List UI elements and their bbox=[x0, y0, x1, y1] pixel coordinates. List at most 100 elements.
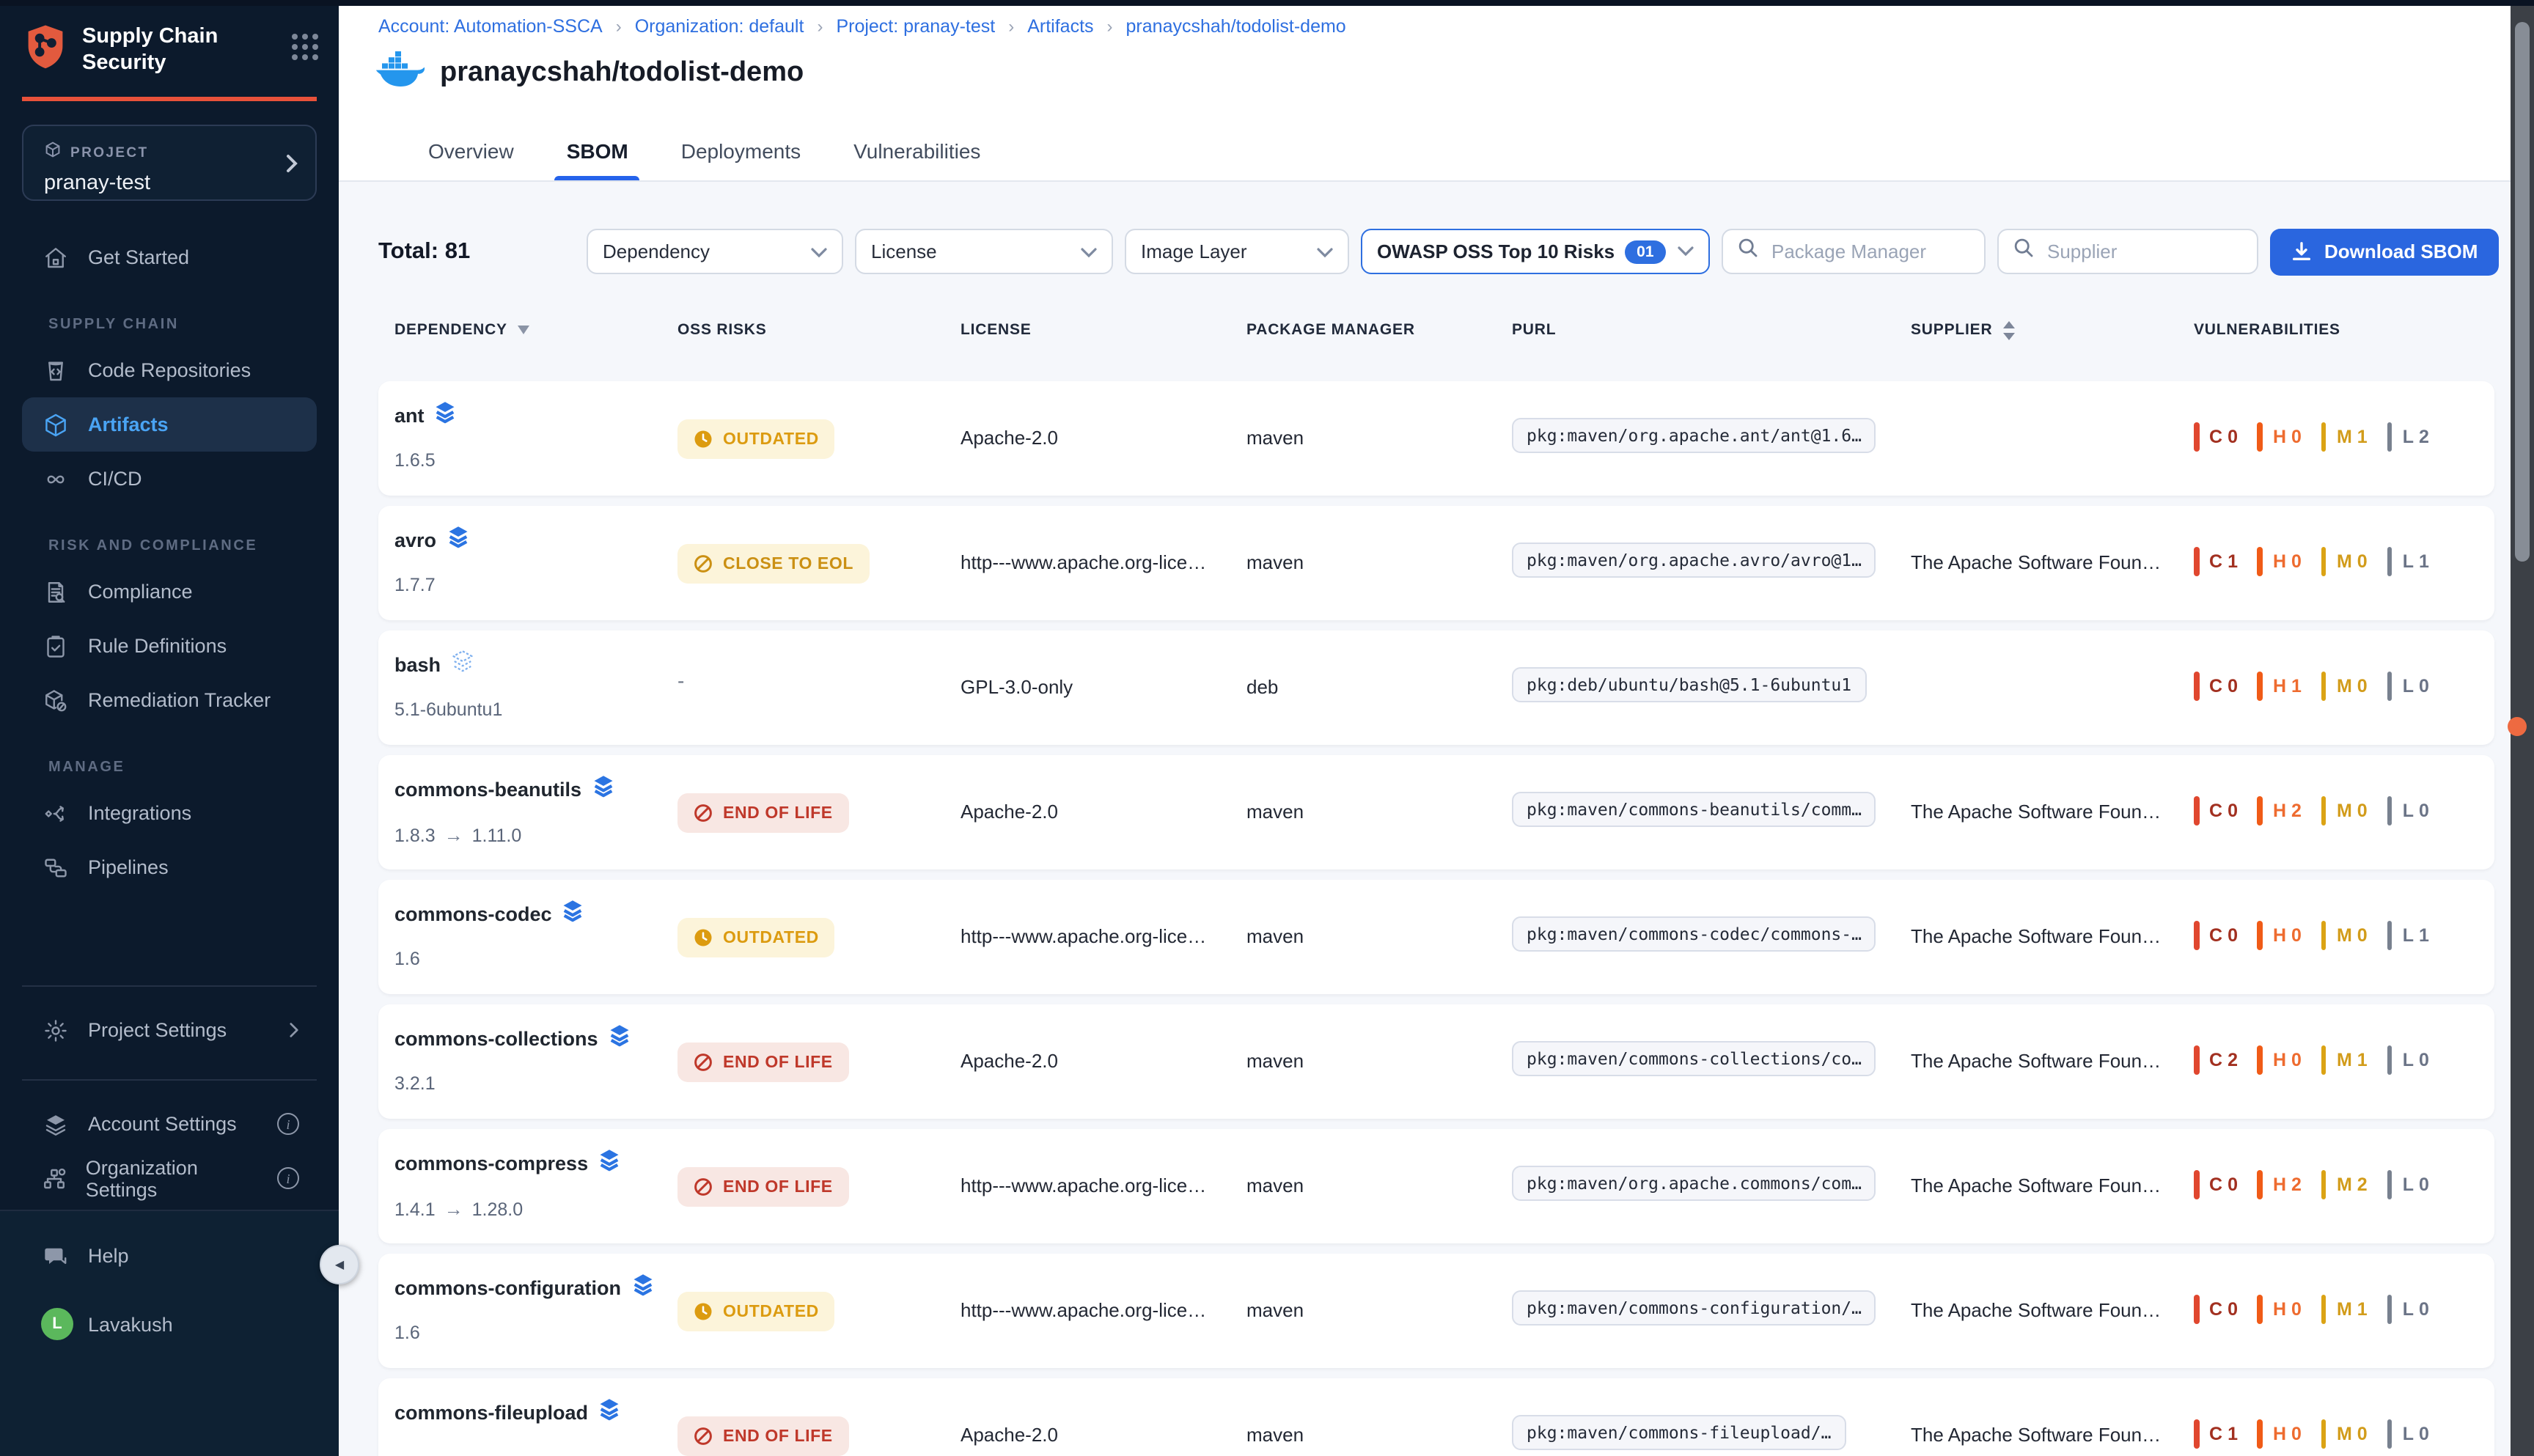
notification-dot[interactable] bbox=[2508, 717, 2527, 736]
breadcrumb-link[interactable]: Artifacts bbox=[1027, 16, 1093, 37]
breadcrumb-link[interactable]: Organization: default bbox=[635, 16, 804, 37]
column-label: PURL bbox=[1512, 321, 1556, 339]
table-row[interactable]: commons-codec 1.6 OUTDATED http---www.ap… bbox=[378, 880, 2494, 994]
severity-bar bbox=[2258, 1170, 2263, 1199]
severity-count: 0 bbox=[2291, 427, 2302, 447]
severity-h: H0 bbox=[2258, 1419, 2302, 1449]
apps-grid-icon[interactable] bbox=[293, 34, 318, 59]
table-row[interactable]: avro 1.7.7 CLOSE TO EOL http---www.apach… bbox=[378, 506, 2494, 620]
severity-letter: H bbox=[2273, 1424, 2287, 1444]
sidebar-item-label: Account Settings bbox=[88, 1113, 237, 1135]
severity-bar bbox=[2387, 1045, 2392, 1075]
sidebar-item-help[interactable]: ? Help bbox=[22, 1229, 317, 1283]
table-row[interactable]: bash 5.1-6ubuntu1 - GPL-3.0-only deb pkg… bbox=[378, 630, 2494, 745]
severity-letter: C bbox=[2209, 925, 2223, 946]
info-icon[interactable]: i bbox=[277, 1167, 299, 1189]
severity-bar bbox=[2258, 422, 2263, 452]
column-header-dependency[interactable]: DEPENDENCY bbox=[394, 321, 529, 339]
table-row[interactable]: commons-configuration 1.6 OUTDATED http-… bbox=[378, 1254, 2494, 1368]
purl-pill[interactable]: pkg:maven/org.apache.avro/avro@1… bbox=[1512, 543, 1876, 578]
sidebar-item-label: Integrations bbox=[88, 802, 191, 824]
severity-letter: L bbox=[2403, 801, 2414, 821]
severity-bar bbox=[2387, 1419, 2392, 1449]
severity-bar bbox=[2321, 1295, 2326, 1324]
sidebar-item-artifacts[interactable]: Artifacts bbox=[22, 397, 317, 452]
severity-l: L1 bbox=[2387, 921, 2430, 950]
sidebar-item-project-settings[interactable]: Project Settings bbox=[22, 1003, 317, 1057]
sidebar-item-pipelines[interactable]: Pipelines bbox=[22, 840, 317, 894]
download-sbom-button[interactable]: Download SBOM bbox=[2270, 228, 2498, 275]
license-value: http---www.apache.org-lice… bbox=[961, 551, 1206, 573]
severity-bar bbox=[2321, 1170, 2326, 1199]
severity-m: M1 bbox=[2321, 1295, 2368, 1324]
sidebar-collapse-button[interactable]: ◀ bbox=[320, 1245, 359, 1284]
severity-bar bbox=[2258, 796, 2263, 826]
sidebar-item-get-started[interactable]: Get Started bbox=[22, 230, 317, 284]
severity-l: L1 bbox=[2387, 547, 2430, 576]
severity-l: L0 bbox=[2387, 1295, 2430, 1324]
column-label: PACKAGE MANAGER bbox=[1246, 321, 1415, 339]
severity-c: C0 bbox=[2194, 1295, 2239, 1324]
purl-pill[interactable]: pkg:maven/commons-fileupload/… bbox=[1512, 1415, 1846, 1450]
sidebar-item-ci-cd[interactable]: CI/CD bbox=[22, 452, 317, 506]
table-row[interactable]: commons-beanutils 1.8.3→1.11.0 END OF LI… bbox=[378, 755, 2494, 869]
filter-dropdown-license[interactable]: License bbox=[855, 229, 1113, 274]
breadcrumb-link[interactable]: Project: pranay-test bbox=[836, 16, 995, 37]
filter-dropdown-image-layer[interactable]: Image Layer bbox=[1125, 229, 1349, 274]
chevron-down-icon bbox=[811, 247, 827, 257]
supplier-input[interactable] bbox=[2044, 239, 2242, 264]
table-row[interactable]: ant 1.6.5 OUTDATED Apache-2.0 maven pkg:… bbox=[378, 381, 2494, 496]
table-row[interactable]: commons-fileupload END OF LIFE Apache-2.… bbox=[378, 1378, 2494, 1456]
owasp-risks-filter[interactable]: OWASP OSS Top 10 Risks 01 bbox=[1361, 229, 1710, 274]
column-label: SUPPLIER bbox=[1911, 322, 1992, 339]
purl-pill[interactable]: pkg:maven/commons-collections/co… bbox=[1512, 1041, 1876, 1076]
sidebar-item-remediation-tracker[interactable]: Remediation Tracker bbox=[22, 673, 317, 727]
tab-sbom[interactable]: SBOM bbox=[559, 122, 636, 180]
severity-c: C0 bbox=[2194, 672, 2239, 701]
tab-vulnerabilities[interactable]: Vulnerabilities bbox=[846, 122, 988, 180]
package-manager-input[interactable] bbox=[1769, 239, 1969, 264]
column-header-supplier[interactable]: SUPPLIER bbox=[1911, 321, 2014, 339]
tab-deployments[interactable]: Deployments bbox=[674, 122, 808, 180]
sidebar-item-integrations[interactable]: Integrations bbox=[22, 786, 317, 840]
user-menu[interactable]: L Lavakush bbox=[22, 1295, 317, 1353]
logo-accent-divider bbox=[22, 97, 317, 101]
dependency-cell: ant 1.6.5 bbox=[394, 400, 457, 471]
purl-pill[interactable]: pkg:maven/org.apache.ant/ant@1.6… bbox=[1512, 418, 1876, 453]
sidebar-item-rule-definitions[interactable]: Rule Definitions bbox=[22, 619, 317, 673]
purl-pill[interactable]: pkg:maven/commons-configuration/… bbox=[1512, 1290, 1876, 1326]
sidebar-item-account-settings[interactable]: Account Settings i bbox=[22, 1097, 317, 1151]
severity-letter: M bbox=[2337, 1174, 2353, 1195]
scrollbar-thumb[interactable] bbox=[2515, 22, 2530, 562]
breadcrumb-link[interactable]: Account: Automation-SSCA bbox=[378, 16, 603, 37]
dependency-name: commons-configuration bbox=[394, 1277, 621, 1299]
nav-section-header: MANAGE bbox=[48, 760, 339, 786]
boxtool-icon bbox=[41, 687, 70, 713]
purl-pill[interactable]: pkg:maven/org.apache.commons/com… bbox=[1512, 1166, 1876, 1201]
column-header-purl: PURL bbox=[1512, 321, 1556, 339]
purl-pill[interactable]: pkg:deb/ubuntu/bash@5.1-6ubuntu1 bbox=[1512, 667, 1866, 702]
table-row[interactable]: commons-compress 1.4.1→1.28.0 END OF LIF… bbox=[378, 1129, 2494, 1243]
table-row[interactable]: commons-collections 3.2.1 END OF LIFE Ap… bbox=[378, 1004, 2494, 1119]
tab-overview[interactable]: Overview bbox=[421, 122, 521, 180]
breadcrumb-separator-icon: › bbox=[1008, 16, 1014, 37]
info-icon[interactable]: i bbox=[277, 1113, 299, 1135]
breadcrumb-link[interactable]: pranaycshah/todolist-demo bbox=[1126, 16, 1346, 37]
sidebar-item-compliance[interactable]: Compliance bbox=[22, 565, 317, 619]
sidebar-item-code-repositories[interactable]: Code Repositories bbox=[22, 343, 317, 397]
severity-letter: H bbox=[2273, 1174, 2287, 1195]
oss-risk-label: OUTDATED bbox=[723, 929, 819, 946]
prohibited-icon bbox=[694, 1427, 713, 1446]
license-value: http---www.apache.org-lice… bbox=[961, 925, 1206, 947]
purl-pill[interactable]: pkg:maven/commons-codec/commons-… bbox=[1512, 916, 1876, 952]
severity-letter: C bbox=[2209, 427, 2223, 447]
package-manager-value: maven bbox=[1246, 551, 1304, 573]
sidebar-item-organization-settings[interactable]: Organization Settings i bbox=[22, 1151, 317, 1205]
purl-pill[interactable]: pkg:maven/commons-beanutils/comm… bbox=[1512, 792, 1876, 827]
severity-count: 0 bbox=[2357, 925, 2368, 946]
severity-bar bbox=[2194, 422, 2199, 452]
license-value: Apache-2.0 bbox=[961, 801, 1058, 823]
project-selector[interactable]: PROJECT pranay-test bbox=[22, 125, 317, 201]
filter-dropdown-dependency[interactable]: Dependency bbox=[587, 229, 843, 274]
severity-count: 1 bbox=[2228, 1424, 2239, 1444]
